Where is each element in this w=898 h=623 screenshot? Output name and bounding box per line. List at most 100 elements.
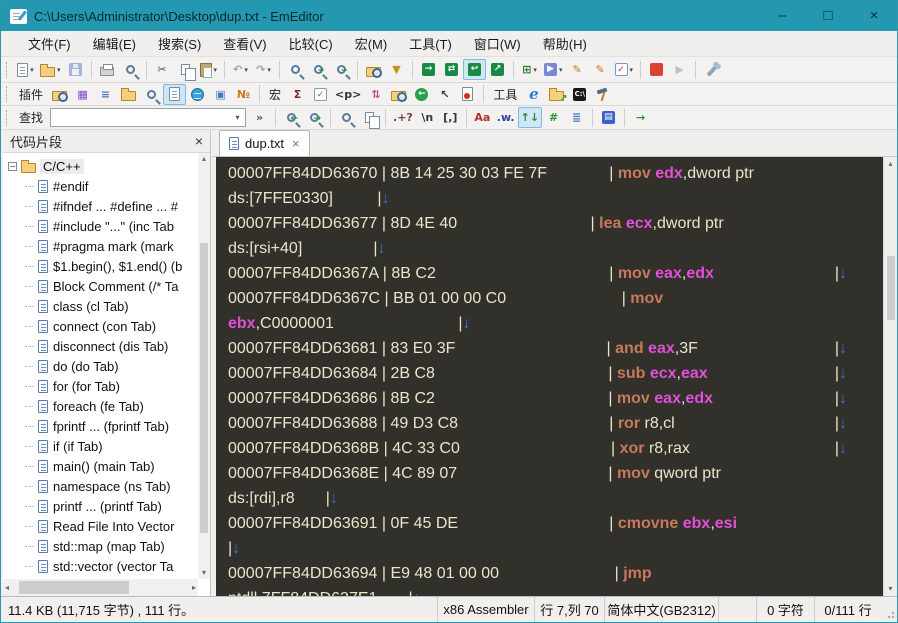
plugin-openfiles-icon[interactable]: ▦: [71, 84, 94, 105]
zoom-out-icon[interactable]: −: [330, 59, 353, 80]
number-range-icon[interactable]: [,]: [439, 107, 462, 128]
find-input[interactable]: [51, 110, 231, 125]
snippet-item[interactable]: std::vector (vector Ta: [3, 556, 198, 576]
run-macro-icon[interactable]: ▶ ▾: [541, 59, 566, 80]
snippet-item[interactable]: std::map (map Tab): [3, 536, 198, 556]
zoom-icon[interactable]: [284, 59, 307, 80]
snippet-item[interactable]: printf ... (printf Tab): [3, 496, 198, 516]
stop-icon[interactable]: [645, 59, 668, 80]
findbar-more-icon[interactable]: »: [248, 107, 271, 128]
display-options-icon[interactable]: ▤: [597, 107, 620, 128]
snippet-item[interactable]: #pragma mark (mark: [3, 236, 198, 256]
menu-item[interactable]: 比较(C): [278, 34, 344, 53]
cut-icon[interactable]: ✂: [151, 59, 174, 80]
snippet-item[interactable]: connect (con Tab): [3, 316, 198, 336]
filter-icon[interactable]: ▼: [385, 59, 408, 80]
record-macro-icon[interactable]: ✎: [566, 59, 589, 80]
status-cell[interactable]: 0/111 行: [814, 597, 881, 622]
plugin-explorer-icon[interactable]: [48, 84, 71, 105]
scroll-down-icon[interactable]: ▾: [884, 583, 897, 595]
print-preview-icon[interactable]: [119, 59, 142, 80]
dropdown-arrow-icon[interactable]: ▾: [533, 66, 537, 74]
snippet-folder[interactable]: − C/C++: [3, 156, 198, 176]
scroll-down-icon[interactable]: ▾: [198, 567, 210, 579]
snippet-item[interactable]: Block Comment (/* Ta: [3, 276, 198, 296]
plugin-numbering-icon[interactable]: №: [232, 84, 255, 105]
menu-item[interactable]: 工具(T): [398, 34, 463, 53]
scroll-up-icon[interactable]: ▴: [198, 153, 210, 165]
copy-icon[interactable]: [174, 59, 197, 81]
snippet-item[interactable]: fprintf ... (fprintf Tab): [3, 416, 198, 436]
search-updown-icon[interactable]: ↑↓: [517, 107, 543, 128]
plugin-transfer-icon[interactable]: ▣: [209, 84, 232, 105]
macro-log-icon[interactable]: [456, 84, 479, 105]
outline-icon[interactable]: ⊞ ▾: [518, 59, 541, 80]
snippet-item[interactable]: main() (main Tab): [3, 456, 198, 476]
find-all-icon[interactable]: [335, 107, 358, 128]
zoom-in-icon[interactable]: +: [307, 59, 330, 80]
status-cell[interactable]: 行 7,列 70: [534, 597, 604, 622]
select-macro-icon[interactable]: ✓ ▾: [612, 59, 637, 80]
menu-item[interactable]: 窗口(W): [463, 34, 532, 53]
snippet-item[interactable]: disconnect (dis Tab): [3, 336, 198, 356]
maximize-button[interactable]: □: [805, 1, 851, 31]
plugin-outline-icon[interactable]: ≡: [94, 84, 117, 105]
run-to-cursor-icon[interactable]: ▶: [668, 59, 691, 80]
menu-item[interactable]: 搜索(S): [147, 34, 212, 53]
tab-close-icon[interactable]: ×: [292, 136, 300, 151]
status-cell[interactable]: x86 Assembler: [437, 597, 534, 622]
macro-pointer-icon[interactable]: ↖: [433, 84, 456, 105]
dropdown-arrow-icon[interactable]: ▾: [559, 66, 563, 74]
regex-icon[interactable]: .+?: [390, 107, 416, 128]
pin-icon[interactable]: [700, 59, 723, 80]
snippet-item[interactable]: $1.begin(), $1.end() (b: [3, 256, 198, 276]
scrollbar-thumb[interactable]: [19, 581, 129, 594]
editor-area[interactable]: 00007FF84DD63670 | 8B 14 25 30 03 FE 7F …: [216, 157, 883, 596]
wrap-by-page-icon[interactable]: ↗: [486, 59, 509, 80]
record-options-icon[interactable]: ✎: [589, 59, 612, 80]
dropdown-arrow-icon[interactable]: ▾: [30, 66, 34, 74]
sidebar-vertical-scrollbar[interactable]: ▴ ▾: [198, 153, 210, 579]
resize-grip[interactable]: [881, 597, 897, 622]
escape-seq-icon[interactable]: \n: [416, 107, 439, 128]
print-icon[interactable]: [96, 59, 119, 80]
menu-item[interactable]: 宏(M): [344, 34, 399, 53]
menu-item[interactable]: 编辑(E): [82, 34, 147, 53]
no-wrap-icon[interactable]: →: [417, 59, 440, 80]
count-matches-icon[interactable]: #: [542, 107, 565, 128]
save-icon[interactable]: [64, 59, 87, 80]
snippet-item[interactable]: Read File Into Vector: [3, 516, 198, 536]
macro-html-icon[interactable]: <p>: [332, 84, 364, 105]
find-next-icon[interactable]: →: [303, 107, 326, 128]
scroll-up-icon[interactable]: ▴: [884, 158, 897, 170]
plugin-projects-icon[interactable]: [117, 84, 140, 105]
macro-check-icon[interactable]: ✓: [309, 84, 332, 105]
close-button[interactable]: ×: [851, 1, 897, 31]
menu-item[interactable]: 文件(F): [17, 34, 82, 53]
snippet-item[interactable]: if (if Tab): [3, 436, 198, 456]
macro-sigma-icon[interactable]: Σ: [286, 84, 309, 105]
sidebar-horizontal-scrollbar[interactable]: ◂ ▸: [3, 579, 198, 596]
open-file-icon[interactable]: ▾: [37, 59, 64, 80]
wrap-by-window-icon[interactable]: ⇄: [440, 59, 463, 80]
menu-item[interactable]: 查看(V): [212, 34, 277, 53]
find-previous-icon[interactable]: ←: [280, 107, 303, 128]
scroll-left-icon[interactable]: ◂: [5, 582, 9, 594]
undo-icon[interactable]: ↶ ▾: [229, 59, 252, 80]
snippet-item[interactable]: #include "..." (inc Tab: [3, 216, 198, 236]
find-in-files-icon[interactable]: [362, 59, 385, 80]
macro-find-icon[interactable]: [387, 84, 410, 105]
menu-item[interactable]: 帮助(H): [532, 34, 598, 53]
copy-results-icon[interactable]: [358, 107, 381, 129]
tool-browser-icon[interactable]: e: [522, 84, 545, 105]
status-cell[interactable]: 简体中文(GB2312): [604, 597, 718, 622]
tool-hammer-icon[interactable]: [591, 84, 614, 105]
plugin-search-icon[interactable]: [140, 84, 163, 105]
tab-dup-txt[interactable]: dup.txt ×: [219, 130, 310, 156]
plugin-webpreview-icon[interactable]: [186, 84, 209, 105]
scrollbar-thumb[interactable]: [200, 243, 208, 533]
dropdown-arrow-icon[interactable]: ▾: [244, 66, 248, 74]
minimize-button[interactable]: –: [759, 1, 805, 31]
tool-cmd-icon[interactable]: C:\: [568, 84, 591, 105]
paste-icon[interactable]: ▾: [197, 59, 221, 80]
